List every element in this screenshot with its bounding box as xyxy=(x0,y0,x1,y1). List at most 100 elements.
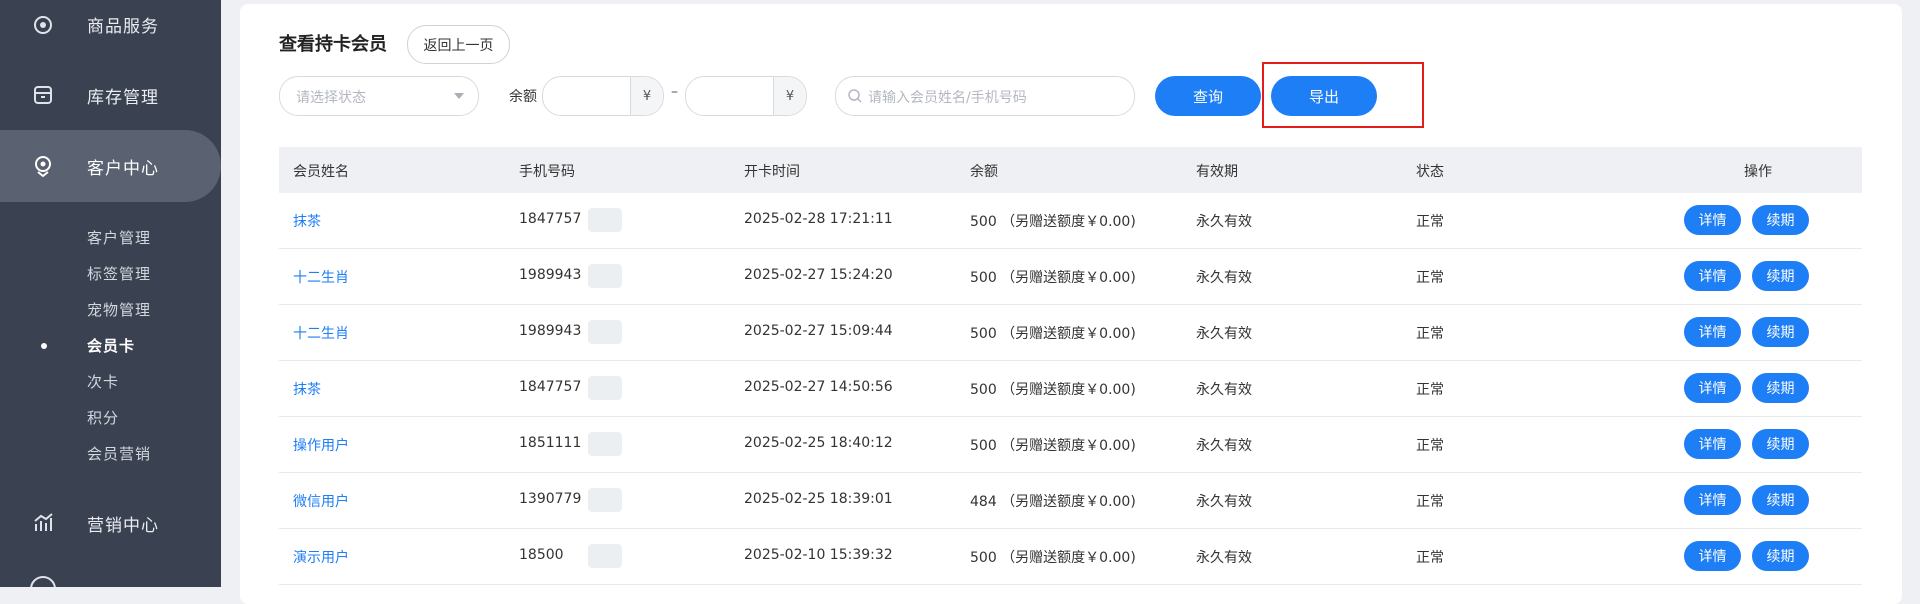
redacted-phone-mask xyxy=(588,376,622,400)
sidebar-subitem-points[interactable]: 积分 xyxy=(87,407,119,428)
status: 正常 xyxy=(1416,214,1444,230)
table-row: 抹茶 1847757 2025-02-27 14:50:56 500 （另赠送额度￥0… xyxy=(279,361,1862,417)
validity: 永久有效 xyxy=(1196,494,1252,510)
validity: 永久有效 xyxy=(1196,550,1252,566)
renew-button[interactable]: 续期 xyxy=(1752,317,1809,347)
sidebar-subitem-times-card[interactable]: 次卡 xyxy=(87,371,119,392)
phone-number: 1847757 xyxy=(519,379,582,395)
table-row: 十二生肖 1989943 2025-02-27 15:09:44 500 （另赠送额度… xyxy=(279,305,1862,361)
phone-number: 18500 xyxy=(519,547,564,563)
sidebar-item-label: 客户中心 xyxy=(87,158,159,179)
member-name-link[interactable]: 抹茶 xyxy=(293,379,321,399)
sidebar-item-marketing[interactable]: 营销中心 xyxy=(0,495,221,551)
currency-unit: ¥ xyxy=(630,77,663,115)
member-name-link[interactable]: 抹茶 xyxy=(293,211,321,231)
detail-button[interactable]: 详情 xyxy=(1684,261,1741,291)
validity: 永久有效 xyxy=(1196,438,1252,454)
status-select-placeholder: 请选择状态 xyxy=(296,90,366,106)
renew-button[interactable]: 续期 xyxy=(1752,541,1809,571)
next-nav-icon xyxy=(30,576,56,587)
balance-min-input[interactable]: ¥ xyxy=(542,76,664,116)
phone-number: 1989943 xyxy=(519,323,582,339)
detail-button[interactable]: 详情 xyxy=(1684,429,1741,459)
validity: 永久有效 xyxy=(1196,214,1252,230)
detail-button[interactable]: 详情 xyxy=(1684,485,1741,515)
balance-label: 余额 xyxy=(509,89,537,105)
sidebar-subitem-pet-mgmt[interactable]: 宠物管理 xyxy=(87,299,151,320)
search-input[interactable]: 请输入会员姓名/手机号码 xyxy=(835,76,1135,116)
renew-button[interactable]: 续期 xyxy=(1752,373,1809,403)
sidebar-item-customer[interactable]: 客户中心 xyxy=(0,130,221,202)
open-time: 2025-02-27 15:09:44 xyxy=(744,323,893,339)
active-dot xyxy=(41,343,47,349)
balance: 500 （另赠送额度￥0.00) xyxy=(970,326,1136,342)
phone-number: 1390779 xyxy=(519,491,582,507)
table-row: 十二生肖 1989943 2025-02-27 15:24:20 500 （另赠送额度… xyxy=(279,249,1862,305)
redacted-phone-mask xyxy=(588,320,622,344)
member-name-link[interactable]: 微信用户 xyxy=(293,491,349,511)
detail-button[interactable]: 详情 xyxy=(1684,317,1741,347)
detail-button[interactable]: 详情 xyxy=(1684,205,1741,235)
range-separator: – xyxy=(671,84,678,100)
redacted-phone-mask xyxy=(588,544,622,568)
page-title: 查看持卡会员 xyxy=(279,34,387,55)
balance: 500 （另赠送额度￥0.00) xyxy=(970,382,1136,398)
validity: 永久有效 xyxy=(1196,326,1252,342)
validity: 永久有效 xyxy=(1196,270,1252,286)
column-header-open-time: 开卡时间 xyxy=(744,164,800,180)
renew-button[interactable]: 续期 xyxy=(1752,205,1809,235)
status: 正常 xyxy=(1416,326,1444,342)
open-time: 2025-02-27 15:24:20 xyxy=(744,267,893,283)
member-name-link[interactable]: 演示用户 xyxy=(293,547,349,567)
table-row: 操作用户 1851111 2025-02-25 18:40:12 500 （另赠送额度… xyxy=(279,417,1862,473)
member-name-link[interactable]: 操作用户 xyxy=(293,435,349,455)
table-row: 微信用户 1390779 2025-02-25 18:39:01 484 （另赠送额度… xyxy=(279,473,1862,529)
sidebar: 商品服务 库存管理 客户中心 客户管理 标签管理 宠物管理 会员卡 次卡 积分 … xyxy=(0,0,221,587)
table-row: 抹茶 1847757 2025-02-28 17:21:11 500 （另赠送额度￥0… xyxy=(279,193,1862,249)
status: 正常 xyxy=(1416,494,1444,510)
balance: 500 （另赠送额度￥0.00) xyxy=(970,270,1136,286)
column-header-actions: 操作 xyxy=(1744,164,1772,180)
goods-icon xyxy=(30,11,56,37)
balance: 484 （另赠送额度￥0.00) xyxy=(970,494,1136,510)
query-button[interactable]: 查询 xyxy=(1155,76,1261,116)
column-header-phone: 手机号码 xyxy=(519,164,575,180)
customer-icon xyxy=(30,153,56,179)
sidebar-item-inventory[interactable]: 库存管理 xyxy=(0,67,221,123)
marketing-icon xyxy=(30,510,56,536)
sidebar-subitem-member-marketing[interactable]: 会员营销 xyxy=(87,443,151,464)
table-row: 演示用户 18500 2025-02-10 15:39:32 500 （另赠送额度￥0… xyxy=(279,529,1862,585)
status-select[interactable]: 请选择状态 xyxy=(279,76,479,116)
detail-button[interactable]: 详情 xyxy=(1684,541,1741,571)
sidebar-item-label: 库存管理 xyxy=(87,87,159,108)
sidebar-item-label: 商品服务 xyxy=(87,16,159,37)
redacted-phone-mask xyxy=(588,432,622,456)
open-time: 2025-02-27 14:50:56 xyxy=(744,379,893,395)
balance-max-input[interactable]: ¥ xyxy=(685,76,807,116)
inventory-icon xyxy=(30,82,56,108)
sidebar-subitem-customer-mgmt[interactable]: 客户管理 xyxy=(87,227,151,248)
balance: 500 （另赠送额度￥0.00) xyxy=(970,214,1136,230)
sidebar-item-goods[interactable]: 商品服务 xyxy=(0,0,221,52)
detail-button[interactable]: 详情 xyxy=(1684,373,1741,403)
member-name-link[interactable]: 十二生肖 xyxy=(293,323,349,343)
member-name-link[interactable]: 十二生肖 xyxy=(293,267,349,287)
phone-number: 1989943 xyxy=(519,267,582,283)
column-header-status: 状态 xyxy=(1416,164,1444,180)
sidebar-subitem-tag-mgmt[interactable]: 标签管理 xyxy=(87,263,151,284)
sidebar-subitem-member-card[interactable]: 会员卡 xyxy=(87,335,135,356)
renew-button[interactable]: 续期 xyxy=(1752,485,1809,515)
renew-button[interactable]: 续期 xyxy=(1752,261,1809,291)
status: 正常 xyxy=(1416,438,1444,454)
search-placeholder: 请输入会员姓名/手机号码 xyxy=(868,90,1027,106)
balance: 500 （另赠送额度￥0.00) xyxy=(970,550,1136,566)
column-header-balance: 余额 xyxy=(970,164,998,180)
redacted-phone-mask xyxy=(588,264,622,288)
status: 正常 xyxy=(1416,382,1444,398)
renew-button[interactable]: 续期 xyxy=(1752,429,1809,459)
back-button[interactable]: 返回上一页 xyxy=(407,25,510,64)
open-time: 2025-02-28 17:21:11 xyxy=(744,211,893,227)
validity: 永久有效 xyxy=(1196,382,1252,398)
chevron-down-icon xyxy=(454,93,464,99)
open-time: 2025-02-10 15:39:32 xyxy=(744,547,893,563)
